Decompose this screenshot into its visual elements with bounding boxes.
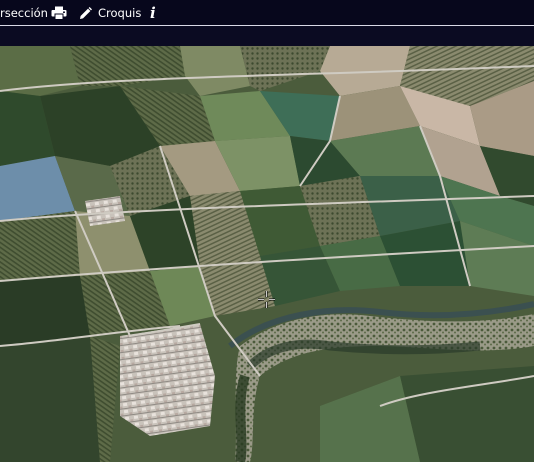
- toolbar-spacer: [0, 26, 534, 46]
- croquis-label: Croquis: [98, 6, 142, 20]
- pencil-icon: [79, 6, 92, 20]
- interseccion-tool[interactable]: rsección: [0, 4, 48, 22]
- info-icon: i: [150, 4, 156, 22]
- map-toolbar: rsección Croquis i: [0, 0, 534, 26]
- print-button[interactable]: [51, 4, 67, 22]
- interseccion-label: rsección: [0, 6, 48, 20]
- satellite-imagery: [0, 46, 534, 462]
- info-button[interactable]: i: [150, 4, 156, 22]
- crosshair-cursor-icon: [258, 291, 275, 308]
- croquis-button[interactable]: Croquis: [79, 4, 141, 22]
- satellite-map[interactable]: [0, 46, 534, 462]
- print-icon: [51, 6, 67, 20]
